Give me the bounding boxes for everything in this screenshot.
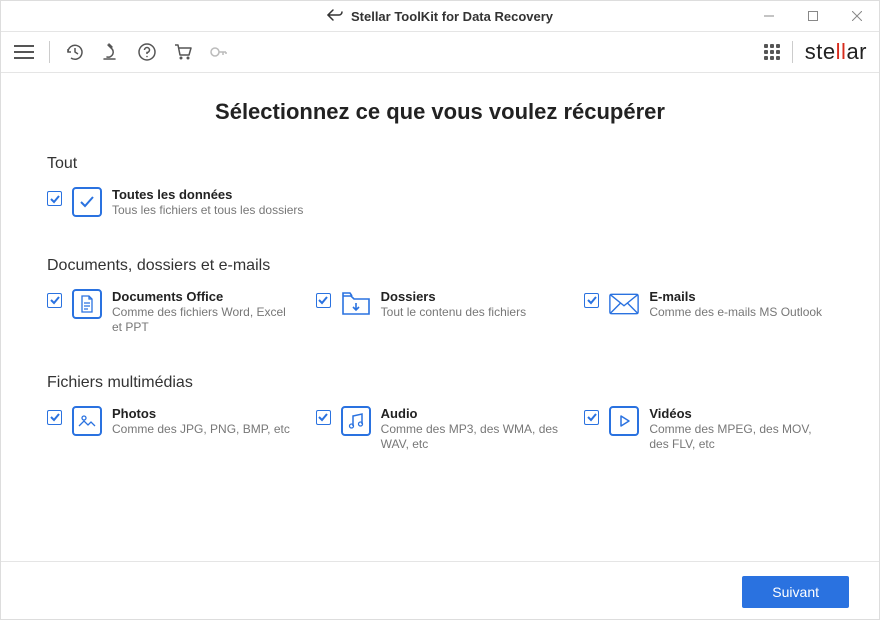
checkbox-videos[interactable] [584,410,599,425]
checkbox-photos[interactable] [47,410,62,425]
footer: Suivant [1,561,879,621]
window-title: Stellar ToolKit for Data Recovery [351,9,553,24]
back-icon[interactable] [327,8,343,25]
item-desc: Comme des MPEG, des MOV, des FLV, etc [649,422,833,453]
item-title: Vidéos [649,406,833,421]
item-title: Audio [381,406,565,421]
menu-icon[interactable] [13,41,35,63]
close-button[interactable] [835,1,879,31]
item-desc: Comme des MP3, des WMA, des WAV, etc [381,422,565,453]
checkbox-all-data[interactable] [47,191,62,206]
maximize-button[interactable] [791,1,835,31]
help-icon[interactable] [136,41,158,63]
folder-icon [341,289,371,319]
music-icon [341,406,371,436]
checkbox-audio[interactable] [316,410,331,425]
toolbar: stellar [1,31,879,73]
video-icon [609,406,639,436]
item-title: E-mails [649,289,822,304]
cart-icon[interactable] [172,41,194,63]
checkbox-emails[interactable] [584,293,599,308]
key-icon[interactable] [208,41,230,63]
apps-icon[interactable] [764,44,780,60]
history-icon[interactable] [64,41,86,63]
document-icon [72,289,102,319]
item-desc: Tous les fichiers et tous les dossiers [112,203,303,219]
section-docs: Documents, dossiers et e-mails Documents… [47,257,833,336]
section-media: Fichiers multimédias Photos Comme des JP… [47,374,833,453]
item-title: Documents Office [112,289,296,304]
check-icon [72,187,102,217]
divider [792,41,793,63]
section-heading: Tout [47,155,833,173]
item-desc: Comme des e-mails MS Outlook [649,305,822,321]
minimize-button[interactable] [747,1,791,31]
item-desc: Comme des JPG, PNG, BMP, etc [112,422,290,438]
item-title: Dossiers [381,289,526,304]
titlebar: Stellar ToolKit for Data Recovery [1,1,879,31]
microscope-icon[interactable] [100,41,122,63]
item-title: Photos [112,406,290,421]
section-heading: Documents, dossiers et e-mails [47,257,833,275]
divider [49,41,50,63]
item-title: Toutes les données [112,187,303,202]
item-desc: Tout le contenu des fichiers [381,305,526,321]
brand-logo: stellar [805,39,867,65]
next-button[interactable]: Suivant [742,576,849,608]
photo-icon [72,406,102,436]
envelope-icon [609,289,639,319]
section-all: Tout Toutes les données Tous les fichier… [47,155,833,219]
main-content: Sélectionnez ce que vous voulez récupére… [1,73,879,561]
section-heading: Fichiers multimédias [47,374,833,392]
item-desc: Comme des fichiers Word, Excel et PPT [112,305,296,336]
page-title: Sélectionnez ce que vous voulez récupére… [47,99,833,125]
checkbox-folders[interactable] [316,293,331,308]
checkbox-office[interactable] [47,293,62,308]
